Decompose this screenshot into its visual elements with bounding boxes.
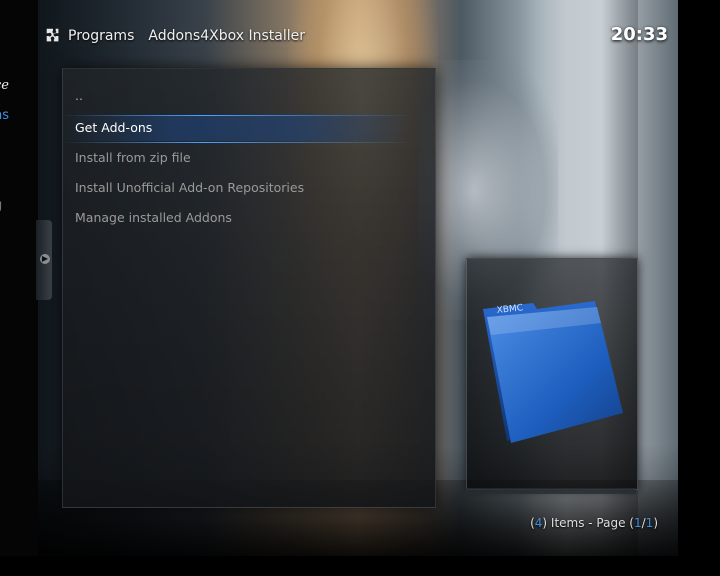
previous-menu-fragment: ce <box>0 78 9 93</box>
chevron-right-icon: ▶ <box>40 254 50 264</box>
item-count: 4 <box>534 516 543 530</box>
puzzle-icon <box>46 28 59 42</box>
xbmc-folder-icon: XBMC <box>483 301 623 443</box>
breadcrumb: Programs Addons4Xbox Installer <box>44 22 305 50</box>
list-item-label: Install from zip file <box>75 150 191 165</box>
list-item-label: Install Unofficial Add-on Repositories <box>75 180 305 195</box>
list-item-label: .. <box>75 88 83 103</box>
list-item-get-addons[interactable]: Get Add-ons <box>63 113 435 143</box>
addon-list-panel: .. Get Add-ons Install from zip file Ins… <box>62 68 436 508</box>
list-item-install-unofficial-repos[interactable]: Install Unofficial Add-on Repositories <box>63 173 435 203</box>
list-item-label: Manage installed Addons <box>75 210 232 225</box>
side-menu-tab[interactable]: ▶ <box>36 220 52 300</box>
breadcrumb-addon-name: Addons4Xbox Installer <box>148 28 305 44</box>
clock: 20:33 <box>610 24 668 45</box>
list-item-manage-installed[interactable]: Manage installed Addons <box>63 203 435 233</box>
items-page-label: Items - Page <box>550 516 626 530</box>
addon-menu-list: .. Get Add-ons Install from zip file Ins… <box>63 85 435 233</box>
breadcrumb-programs: Programs <box>68 28 135 44</box>
list-item-parent-folder[interactable]: .. <box>63 85 435 113</box>
previous-menu-fragment: ns <box>0 108 10 123</box>
item-count-status: (4) Items - Page (1/1) <box>530 516 658 530</box>
previous-menu-strip: ce ns g <box>0 0 38 576</box>
bottom-border <box>0 556 720 576</box>
xbmc-screen: ce ns g ▶ Programs Addons4Xbox Installer… <box>0 0 720 576</box>
list-item-install-from-zip[interactable]: Install from zip file <box>63 143 435 173</box>
total-pages: 1 <box>645 516 654 530</box>
thumbnail-reflection <box>466 488 636 494</box>
item-thumbnail: XBMC <box>466 258 638 490</box>
current-page: 1 <box>633 516 642 530</box>
right-border <box>678 0 720 576</box>
previous-menu-fragment: g <box>0 198 2 213</box>
list-item-label: Get Add-ons <box>75 120 153 135</box>
